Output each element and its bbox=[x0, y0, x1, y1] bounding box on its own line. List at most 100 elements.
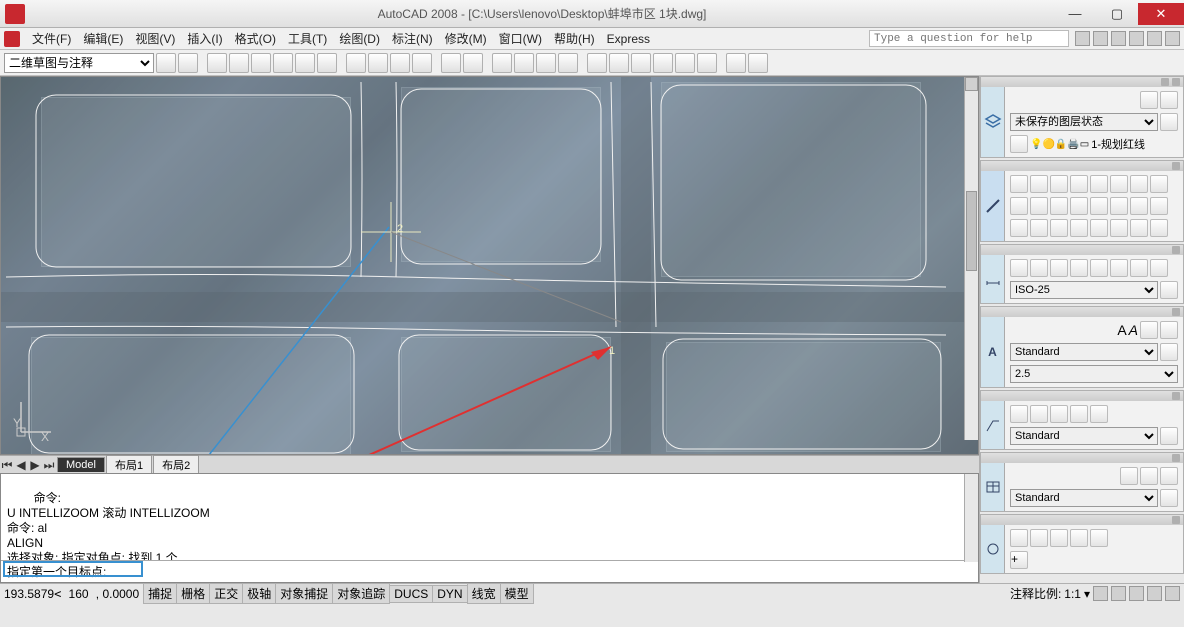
workspace-select[interactable]: 二维草图与注释 bbox=[4, 53, 154, 73]
textstyle-select[interactable]: Standard bbox=[1010, 343, 1158, 361]
palette-min-icon[interactable] bbox=[1172, 162, 1180, 170]
quickcalc-button[interactable] bbox=[697, 53, 717, 73]
mleader-add-button[interactable] bbox=[1030, 405, 1048, 423]
mleader-align-button[interactable] bbox=[1070, 405, 1088, 423]
anno-autoscale-icon[interactable] bbox=[1111, 586, 1126, 601]
paste-button[interactable] bbox=[390, 53, 410, 73]
break-button[interactable] bbox=[1150, 219, 1168, 237]
layer-state-select[interactable]: 未保存的图层状态 bbox=[1010, 113, 1158, 131]
mleaderstyle-button[interactable] bbox=[1160, 427, 1178, 445]
polar-toggle[interactable]: 极轴 bbox=[242, 583, 276, 604]
copy-button[interactable] bbox=[368, 53, 388, 73]
otrack-toggle[interactable]: 对象追踪 bbox=[332, 583, 390, 604]
tab-nav-next[interactable]: ▶ bbox=[28, 458, 42, 472]
zoom-extents-button[interactable] bbox=[1030, 529, 1048, 547]
dim-angular-button[interactable] bbox=[1050, 259, 1068, 277]
command-prompt[interactable]: 指定第一个目标点: bbox=[1, 560, 978, 582]
tab-model[interactable]: Model bbox=[57, 457, 105, 472]
zoom-window2-button[interactable] bbox=[1050, 529, 1068, 547]
layers-panel-icon[interactable] bbox=[981, 87, 1005, 157]
nav-panel-icon[interactable] bbox=[981, 525, 1005, 573]
save-button[interactable] bbox=[251, 53, 271, 73]
menu-window[interactable]: 窗口(W) bbox=[493, 28, 548, 49]
palette-min-icon[interactable] bbox=[1172, 392, 1180, 400]
dim-diameter-button[interactable] bbox=[1110, 259, 1128, 277]
ducs-toggle[interactable]: DUCS bbox=[389, 585, 433, 603]
draw-panel-icon[interactable] bbox=[981, 171, 1005, 241]
textheight-select[interactable]: 2.5 bbox=[1010, 365, 1178, 383]
palette-close-icon[interactable] bbox=[1172, 78, 1180, 86]
leader-panel-icon[interactable] bbox=[981, 401, 1005, 449]
menu-format[interactable]: 格式(O) bbox=[229, 28, 282, 49]
line-button[interactable] bbox=[1010, 175, 1028, 193]
comm-center-icon[interactable] bbox=[1093, 31, 1108, 46]
mleader-collect-button[interactable] bbox=[1090, 405, 1108, 423]
array-button[interactable] bbox=[1050, 219, 1068, 237]
viewport-hscrollbar[interactable] bbox=[199, 457, 979, 473]
chamfer-button[interactable] bbox=[1030, 219, 1048, 237]
erase-button[interactable] bbox=[1150, 197, 1168, 215]
undo-button[interactable] bbox=[441, 53, 461, 73]
tablestyle-select[interactable]: Standard bbox=[1010, 489, 1158, 507]
matchprop-button[interactable] bbox=[412, 53, 432, 73]
model-viewport[interactable]: 1 2 YX bbox=[0, 76, 979, 455]
publish-button[interactable] bbox=[317, 53, 337, 73]
mleaderstyle-select[interactable]: Standard bbox=[1010, 427, 1158, 445]
tab-nav-prev[interactable]: ◀ bbox=[14, 458, 28, 472]
hatch-button[interactable] bbox=[1150, 175, 1168, 193]
lwt-toggle[interactable]: 线宽 bbox=[467, 583, 501, 604]
dimstyle-select[interactable]: ISO-25 bbox=[1010, 281, 1158, 299]
palette-min-icon[interactable] bbox=[1172, 308, 1180, 316]
workspace-settings-button[interactable] bbox=[156, 53, 176, 73]
new-button[interactable] bbox=[207, 53, 227, 73]
copy-obj-button[interactable] bbox=[1030, 197, 1048, 215]
menu-insert[interactable]: 插入(I) bbox=[181, 28, 228, 49]
close-button[interactable]: ✕ bbox=[1138, 3, 1184, 25]
plot-button[interactable] bbox=[273, 53, 293, 73]
redo-button[interactable] bbox=[463, 53, 483, 73]
text-panel-icon[interactable]: A bbox=[981, 317, 1005, 387]
sheetset-button[interactable] bbox=[653, 53, 673, 73]
join-button[interactable] bbox=[1130, 219, 1148, 237]
layer-filter-button[interactable] bbox=[1140, 91, 1158, 109]
open-button[interactable] bbox=[229, 53, 249, 73]
layer-state-manage-button[interactable] bbox=[1160, 113, 1178, 131]
search-icon[interactable] bbox=[1075, 31, 1090, 46]
statusbar-tray-icon[interactable] bbox=[1147, 586, 1162, 601]
cut-button[interactable] bbox=[346, 53, 366, 73]
snap-toggle[interactable]: 捕捉 bbox=[143, 583, 177, 604]
vscroll-thumb[interactable] bbox=[966, 191, 977, 271]
mdi-min-icon[interactable] bbox=[1129, 31, 1144, 46]
dimstyle-button[interactable] bbox=[1160, 281, 1178, 299]
mleader-remove-button[interactable] bbox=[1050, 405, 1068, 423]
tablestyle-button[interactable] bbox=[1160, 489, 1178, 507]
mdi-close-icon[interactable] bbox=[1165, 31, 1180, 46]
maximize-button[interactable]: ▢ bbox=[1096, 3, 1138, 25]
layer-props-button[interactable] bbox=[1010, 135, 1028, 153]
menu-tools[interactable]: 工具(T) bbox=[282, 28, 333, 49]
osnap-toggle[interactable]: 对象捕捉 bbox=[275, 583, 333, 604]
mleader-button[interactable] bbox=[1010, 405, 1028, 423]
dim-jogged-button[interactable] bbox=[1150, 259, 1168, 277]
menu-edit[interactable]: 编辑(E) bbox=[77, 28, 129, 49]
polyline-button[interactable] bbox=[1030, 175, 1048, 193]
cmd-vscrollbar[interactable] bbox=[964, 474, 978, 562]
menu-draw[interactable]: 绘图(D) bbox=[333, 28, 386, 49]
spline-button[interactable] bbox=[1110, 175, 1128, 193]
help-search-input[interactable] bbox=[869, 30, 1069, 47]
dim-aligned-button[interactable] bbox=[1030, 259, 1048, 277]
dim-arc-button[interactable] bbox=[1070, 259, 1088, 277]
spellcheck-button[interactable] bbox=[1160, 321, 1178, 339]
statusbar-lock-icon[interactable] bbox=[1129, 586, 1144, 601]
palette-min-icon[interactable] bbox=[1161, 78, 1169, 86]
mtext-button[interactable] bbox=[1140, 321, 1158, 339]
dyn-toggle[interactable]: DYN bbox=[432, 585, 467, 603]
move-button[interactable] bbox=[1010, 197, 1028, 215]
circle-button[interactable] bbox=[1050, 175, 1068, 193]
table-button[interactable] bbox=[1120, 467, 1138, 485]
rectangle-button[interactable] bbox=[1090, 175, 1108, 193]
pan-button[interactable] bbox=[492, 53, 512, 73]
menu-dim[interactable]: 标注(N) bbox=[386, 28, 439, 49]
dim-linear-button[interactable] bbox=[1010, 259, 1028, 277]
zoom-button[interactable] bbox=[514, 53, 534, 73]
